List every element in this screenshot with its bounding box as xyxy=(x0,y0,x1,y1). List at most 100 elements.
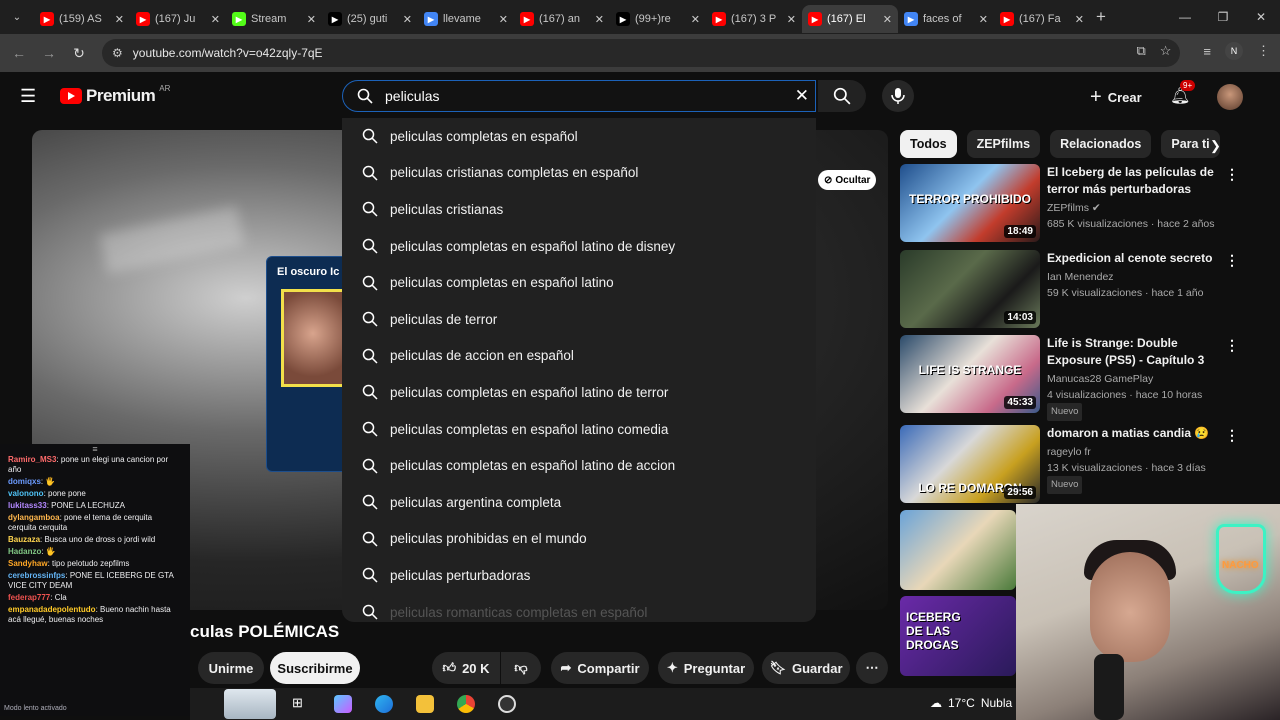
search-suggestion[interactable]: peliculas completas en español latino xyxy=(342,264,816,301)
channel-name[interactable]: Ian Menendez xyxy=(1047,271,1114,283)
desktop-preview-thumbnail[interactable] xyxy=(224,689,276,719)
join-button[interactable]: Unirme xyxy=(198,652,264,684)
chat-username[interactable]: cerebrossinfps xyxy=(8,571,65,580)
more-vertical-icon[interactable]: ⋮ xyxy=(1225,427,1239,444)
youtube-premium-logo[interactable]: Premium AR xyxy=(60,84,170,106)
browser-tab[interactable]: ▶ (167) El ✕ xyxy=(802,5,898,33)
browser-tab[interactable]: ▶ (25) guti ✕ xyxy=(322,5,418,33)
browser-tab[interactable]: ▶ (99+)re ✕ xyxy=(610,5,706,33)
search-suggestion[interactable]: peliculas de accion en español xyxy=(342,338,816,375)
chat-username[interactable]: Sandyhaw xyxy=(8,559,48,568)
recommendation-thumbnail[interactable]: 14:03 xyxy=(900,250,1040,328)
edge-icon[interactable] xyxy=(375,695,393,713)
more-vertical-icon[interactable]: ⋮ xyxy=(1225,337,1239,354)
more-vertical-icon[interactable]: ⋮ xyxy=(1225,166,1239,183)
chat-username[interactable]: Ramiro_MS3 xyxy=(8,455,56,464)
recommendation-thumbnail[interactable] xyxy=(900,510,1016,590)
close-window-button[interactable]: ✕ xyxy=(1242,0,1280,34)
user-avatar[interactable] xyxy=(1217,84,1243,110)
notifications-button[interactable]: 🔔︎ 9+ xyxy=(1170,80,1196,106)
chat-username[interactable]: lukitass33 xyxy=(8,501,47,510)
recommendation-item[interactable]: LIFE IS STRANGE 45:33 Life is Strange: Dou… xyxy=(900,335,1270,421)
reading-list-icon[interactable]: ≡ xyxy=(1203,44,1211,59)
copilot-icon[interactable] xyxy=(334,695,352,713)
recommendation-title[interactable]: domaron a matias candia 😢 xyxy=(1047,425,1217,442)
recommendation-title[interactable]: Expedicion al cenote secreto xyxy=(1047,250,1217,267)
ask-button[interactable]: ✦ Preguntar xyxy=(658,652,754,684)
recommendation-item[interactable]: TERROR PROHIBIDO 18:49 El Iceberg de las p… xyxy=(900,164,1270,244)
chat-username[interactable]: valonono xyxy=(8,489,44,498)
chat-username[interactable]: domiqxs xyxy=(8,477,41,486)
close-tab-icon[interactable]: ✕ xyxy=(787,13,796,26)
recommendation-thumbnail[interactable]: LO RE DOMARON 29:56 xyxy=(900,425,1040,503)
site-info-icon[interactable]: ⚙ xyxy=(112,46,123,60)
close-tab-icon[interactable]: ✕ xyxy=(115,13,124,26)
browser-tab[interactable]: ▶ (167) Fa ✕ xyxy=(994,5,1090,33)
close-tab-icon[interactable]: ✕ xyxy=(979,13,988,26)
search-input[interactable]: peliculas xyxy=(385,88,439,104)
search-suggestion[interactable]: peliculas completas en español latino de… xyxy=(342,374,816,411)
create-button[interactable]: + Crear xyxy=(1090,86,1142,109)
dislike-button[interactable]: 👎︎ xyxy=(501,652,541,684)
voice-search-button[interactable] xyxy=(882,80,914,112)
recommendation-title[interactable]: El Iceberg de las películas de terror má… xyxy=(1047,164,1217,198)
browser-tab[interactable]: ▶ Stream ✕ xyxy=(226,5,322,33)
search-suggestion[interactable]: peliculas argentina completa xyxy=(342,484,816,521)
filter-chip[interactable]: Todos xyxy=(900,130,957,158)
browser-tab[interactable]: ▶ (167) Ju ✕ xyxy=(130,5,226,33)
file-explorer-icon[interactable] xyxy=(416,695,434,713)
new-tab-button[interactable]: + xyxy=(1096,7,1106,27)
drag-handle-icon[interactable]: ≡ xyxy=(0,444,190,454)
forward-button[interactable]: → xyxy=(34,45,64,61)
close-tab-icon[interactable]: ✕ xyxy=(883,13,892,26)
tab-search-button[interactable]: ⌄ xyxy=(0,0,34,34)
chat-username[interactable]: Hadanzo xyxy=(8,547,41,556)
clear-search-icon[interactable]: ✕ xyxy=(795,86,809,106)
search-suggestion[interactable]: peliculas completas en español latino de… xyxy=(342,228,816,265)
browser-tab[interactable]: ▶ (167) 3 P ✕ xyxy=(706,5,802,33)
search-suggestion[interactable]: peliculas cristianas xyxy=(342,191,816,228)
bookmark-star-icon[interactable]: ☆ xyxy=(1160,43,1172,59)
recommendation-title[interactable]: Life is Strange: Double Exposure (PS5) -… xyxy=(1047,335,1217,369)
browser-tab[interactable]: ▶ (159) AS ✕ xyxy=(34,5,130,33)
obs-icon[interactable] xyxy=(498,695,516,713)
install-app-icon[interactable]: ⧉ xyxy=(1136,43,1145,59)
subscribe-button[interactable]: Suscribirme xyxy=(270,652,360,684)
minimize-button[interactable]: — xyxy=(1166,0,1204,34)
channel-name[interactable]: rageylo fr xyxy=(1047,446,1091,458)
omnibox[interactable]: ⚙ youtube.com/watch?v=o42zqly-7qE xyxy=(102,39,1180,67)
chat-username[interactable]: Bauzaza xyxy=(8,535,40,544)
close-tab-icon[interactable]: ✕ xyxy=(499,13,508,26)
search-suggestion[interactable]: peliculas completas en español xyxy=(342,118,816,155)
browser-menu-icon[interactable]: ⋮ xyxy=(1257,43,1270,59)
close-tab-icon[interactable]: ✕ xyxy=(691,13,700,26)
hide-overlay-button[interactable]: ⊘ Ocultar xyxy=(818,170,877,190)
reload-button[interactable]: ↻ xyxy=(64,45,94,62)
more-actions-button[interactable]: ⋯ xyxy=(856,652,888,684)
weather-widget[interactable]: ☁ 17°C Nubla xyxy=(930,696,1012,710)
hamburger-menu-icon[interactable]: ☰ xyxy=(20,86,36,107)
maximize-button[interactable]: ❐ xyxy=(1204,0,1242,34)
channel-name[interactable]: ZEPfilms xyxy=(1047,202,1089,214)
chevron-right-icon[interactable]: ❯ xyxy=(1210,138,1221,154)
chat-username[interactable]: dylangamboa xyxy=(8,513,60,522)
channel-name[interactable]: Manucas28 GamePlay xyxy=(1047,373,1153,385)
search-suggestion[interactable]: peliculas completas en español latino co… xyxy=(342,411,816,448)
search-suggestion[interactable]: peliculas romanticas completas en españo… xyxy=(342,594,816,622)
filter-chip[interactable]: ZEPfilms xyxy=(966,130,1041,158)
search-suggestion[interactable]: peliculas prohibidas en el mundo xyxy=(342,521,816,558)
task-view-icon[interactable]: ⊞ xyxy=(292,695,310,713)
profile-avatar[interactable]: N xyxy=(1225,42,1243,60)
recommendation-item[interactable]: 14:03 Expedicion al cenote secreto Ian Men… xyxy=(900,250,1270,330)
search-box[interactable]: peliculas ✕ xyxy=(342,80,816,112)
more-vertical-icon[interactable]: ⋮ xyxy=(1225,252,1239,269)
search-suggestion[interactable]: peliculas cristianas completas en españo… xyxy=(342,155,816,192)
search-suggestion[interactable]: peliculas de terror xyxy=(342,301,816,338)
close-tab-icon[interactable]: ✕ xyxy=(307,13,316,26)
close-tab-icon[interactable]: ✕ xyxy=(595,13,604,26)
save-button[interactable]: 🔖︎ Guardar xyxy=(762,652,850,684)
like-button[interactable]: 👍︎ 20 K xyxy=(432,652,500,684)
recommendation-item[interactable]: LO RE DOMARON 29:56 domaron a matias candi… xyxy=(900,425,1270,505)
close-tab-icon[interactable]: ✕ xyxy=(1075,13,1084,26)
chat-username[interactable]: federap777 xyxy=(8,593,50,602)
